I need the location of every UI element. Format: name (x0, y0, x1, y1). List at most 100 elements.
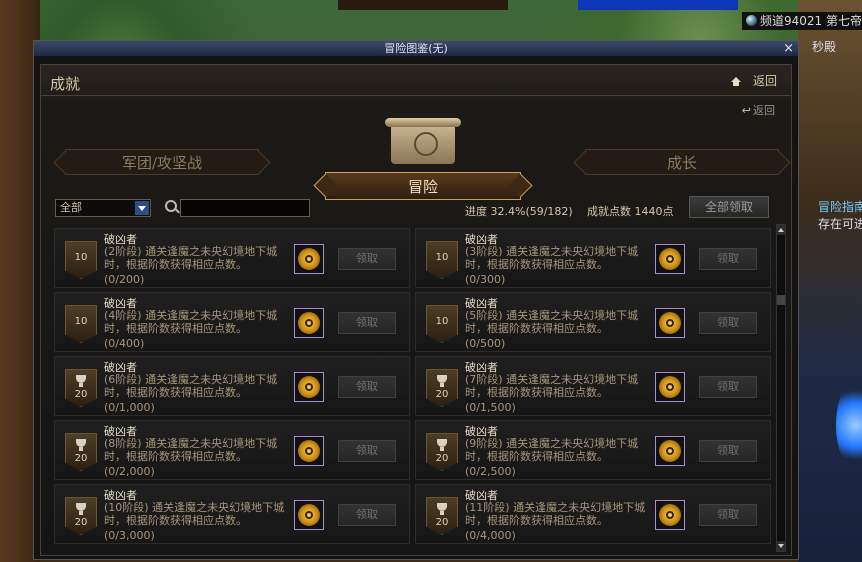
reward-emblem-icon (298, 376, 320, 398)
reward-item-icon[interactable] (294, 436, 324, 466)
badge-points: 20 (435, 389, 449, 400)
trophy-icon (76, 503, 86, 515)
reward-item-icon[interactable] (294, 244, 324, 274)
claim-button[interactable]: 领取 (699, 504, 757, 526)
achievement-progress: (0/4,000) (465, 529, 516, 542)
badge-points: 10 (435, 316, 449, 327)
badge-points: 20 (435, 453, 449, 464)
reward-item-icon[interactable] (294, 500, 324, 530)
home-icon (730, 77, 741, 86)
achievement-panel: 成就 返回 ↩ 返回 军团/攻坚战 成长 冒险 全部 进度 32.4%(59/18… (40, 64, 792, 556)
side-text-3: 存在可进 (818, 217, 862, 231)
achievement-card: 20 破凶者 (7阶段) 通关逢魔之未央幻境地下城时，根据阶数获得相应点数。 (0/1… (415, 356, 771, 416)
claim-button[interactable]: 领取 (338, 376, 396, 398)
scroll-up-arrow-icon[interactable] (777, 225, 785, 235)
achievement-card: 10 破凶者 (3阶段) 通关逢魔之未央幻境地下城时，根据阶数获得相应点数。 (0/3… (415, 228, 771, 288)
achievement-progress: (0/400) (104, 337, 145, 350)
achievement-desc: (2阶段) 通关逢魔之未央幻境地下城时，根据阶数获得相应点数。 (104, 245, 278, 271)
filter-selected: 全部 (60, 201, 82, 214)
achievement-progress: (0/2,500) (465, 465, 516, 478)
reward-item-icon[interactable] (294, 308, 324, 338)
category-legion-raid[interactable]: 军团/攻坚战 (65, 149, 259, 175)
side-text-1: 秒殿 (812, 40, 837, 54)
claim-button[interactable]: 领取 (338, 312, 396, 334)
reward-emblem-icon (298, 312, 320, 334)
achievement-desc: (7阶段) 通关逢魔之未央幻境地下城时，根据阶数获得相应点数。 (465, 373, 639, 399)
badge-points: 20 (74, 453, 88, 464)
window-titlebar[interactable]: 冒险图鉴(无) × (34, 41, 798, 56)
trophy-icon (76, 375, 86, 387)
back-button[interactable]: ↩ 返回 (742, 102, 775, 118)
close-button[interactable]: × (783, 41, 794, 56)
achievement-progress: (0/300) (465, 273, 506, 286)
reward-emblem-icon (298, 504, 320, 526)
points-badge: 20 (65, 369, 97, 407)
reward-emblem-icon (659, 312, 681, 334)
receive-all-button[interactable]: 全部领取 (689, 196, 769, 218)
trophy-icon (437, 503, 447, 515)
achievement-progress: (0/2,000) (104, 465, 155, 478)
scroll-down-arrow-icon[interactable] (777, 541, 785, 551)
top-blue-strip (578, 0, 738, 10)
adventure-codex-window: 冒险图鉴(无) × 成就 返回 ↩ 返回 军团/攻坚战 成长 冒险 全部 进度 3… (33, 40, 799, 560)
points-badge: 10 (426, 305, 458, 343)
achievement-progress: (0/500) (465, 337, 506, 350)
list-scrollbar[interactable] (776, 224, 786, 552)
claim-button[interactable]: 领取 (699, 376, 757, 398)
points-badge: 10 (65, 305, 97, 343)
badge-points: 10 (74, 316, 88, 327)
reward-item-icon[interactable] (655, 500, 685, 530)
badge-points: 20 (74, 517, 88, 528)
points-badge: 20 (426, 497, 458, 535)
reward-emblem-icon (659, 248, 681, 270)
claim-button[interactable]: 领取 (338, 248, 396, 270)
achievement-desc: (8阶段) 通关逢魔之未央幻境地下城时，根据阶数获得相应点数。 (104, 437, 278, 463)
points-badge: 10 (426, 241, 458, 279)
claim-button[interactable]: 领取 (699, 312, 757, 334)
side-text-guide[interactable]: 冒险指南 (818, 198, 862, 215)
chevron-down-icon[interactable] (135, 201, 149, 215)
reward-item-icon[interactable] (655, 436, 685, 466)
achievement-points: 成就点数 1440点 (587, 205, 674, 218)
back-arrow-icon: ↩ (741, 104, 751, 117)
reward-item-icon[interactable] (655, 244, 685, 274)
achievement-progress: (0/3,000) (104, 529, 155, 542)
badge-points: 20 (74, 389, 88, 400)
home-return-button[interactable]: 返回 (730, 72, 777, 89)
reward-emblem-icon (298, 440, 320, 462)
claim-button[interactable]: 领取 (699, 248, 757, 270)
category-growth[interactable]: 成长 (585, 149, 779, 175)
claim-button[interactable]: 领取 (699, 440, 757, 462)
achievement-progress: (0/200) (104, 273, 145, 286)
header-divider (41, 95, 791, 96)
reward-item-icon[interactable] (655, 308, 685, 338)
claim-button[interactable]: 领取 (338, 504, 396, 526)
achievement-card: 20 破凶者 (8阶段) 通关逢魔之未央幻境地下城时，根据阶数获得相应点数。 (0/2… (54, 420, 410, 480)
back-label: 返回 (753, 104, 775, 117)
top-strip (338, 0, 508, 10)
category-adventure[interactable]: 冒险 (325, 172, 521, 200)
achievement-card: 20 破凶者 (11阶段) 通关逢魔之未央幻境地下城时，根据阶数获得相应点数。 (0/… (415, 484, 771, 544)
scroll-thumb[interactable] (777, 295, 785, 305)
channel-bar[interactable]: 频道94021 第七帝国 (742, 12, 862, 30)
badge-points: 10 (435, 252, 449, 263)
points-badge: 20 (65, 497, 97, 535)
reward-emblem-icon (659, 376, 681, 398)
search-icon (165, 200, 177, 212)
scroll-roll (385, 118, 461, 127)
category-filter-select[interactable]: 全部 (55, 199, 151, 217)
reward-item-icon[interactable] (294, 372, 324, 402)
compass-icon (414, 132, 438, 156)
badge-points: 20 (435, 517, 449, 528)
achievement-card: 10 破凶者 (5阶段) 通关逢魔之未央幻境地下城时，根据阶数获得相应点数。 (0/5… (415, 292, 771, 352)
reward-item-icon[interactable] (655, 372, 685, 402)
window-title: 冒险图鉴(无) (384, 42, 448, 55)
claim-button[interactable]: 领取 (338, 440, 396, 462)
achievement-desc: (5阶段) 通关逢魔之未央幻境地下城时，根据阶数获得相应点数。 (465, 309, 639, 335)
achievement-progress: (0/1,500) (465, 401, 516, 414)
achievement-card: 20 破凶者 (6阶段) 通关逢魔之未央幻境地下城时，根据阶数获得相应点数。 (0/1… (54, 356, 410, 416)
search-input[interactable] (180, 199, 310, 217)
progress-text: 进度 32.4%(59/182) (465, 205, 573, 218)
points-badge: 20 (426, 369, 458, 407)
achievement-desc: (3阶段) 通关逢魔之未央幻境地下城时，根据阶数获得相应点数。 (465, 245, 639, 271)
